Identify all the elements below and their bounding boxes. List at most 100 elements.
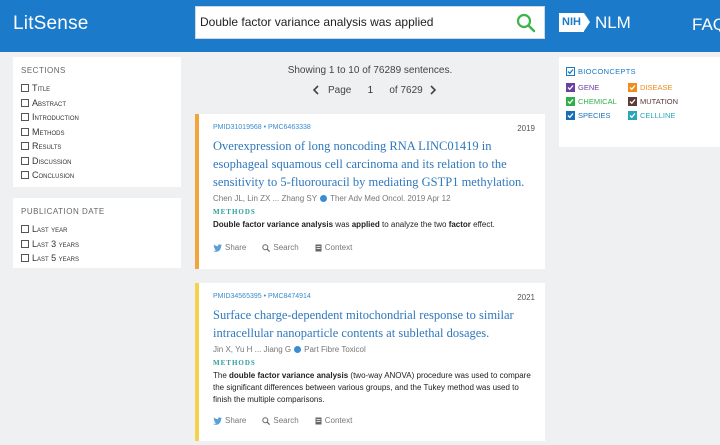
section-filter-label: Title [32, 83, 51, 94]
context-label: Context [324, 243, 353, 252]
checkbox-icon [21, 113, 29, 122]
checkbox-icon [21, 156, 29, 165]
highlight-term: Double factor variance analysis [213, 220, 334, 229]
bioconcept-chemical[interactable]: CHEMICAL [566, 97, 628, 106]
context-button[interactable]: Context [315, 416, 353, 425]
bioconcept-label: CHEMICAL [578, 97, 617, 106]
bioconcepts-toggle[interactable]: BIOCONCEPTS [566, 67, 713, 76]
bioconcept-label: MUTATION [640, 97, 679, 106]
checkbox-icon [21, 254, 29, 263]
checkbox-checked-icon [628, 83, 637, 92]
result-journal: Ther Adv Med Oncol. 2019 Apr 12 [330, 194, 451, 203]
checkbox-icon [21, 239, 29, 248]
section-filter-introduction[interactable]: Introduction [21, 110, 173, 125]
section-filter-label: Results [32, 141, 62, 152]
section-filter-title[interactable]: Title [21, 81, 173, 96]
result-title[interactable]: Surface charge-dependent mitochondrial r… [213, 306, 535, 342]
checkbox-checked-icon [566, 67, 575, 76]
result-authors: Jin X, Yu H ... Jiang G [213, 345, 292, 354]
result-ids[interactable]: PMID31019568 • PMC6463338 [213, 124, 311, 133]
nih-nlm-logo[interactable]: NIH NLM [559, 13, 631, 32]
section-filter-label: Conclusion [32, 170, 75, 181]
result-authors: Chen JL, Lin ZX ... Zhang SY [213, 194, 318, 203]
search-box [195, 6, 545, 39]
bioconcept-disease[interactable]: DISEASE [628, 83, 708, 92]
page-number-input[interactable] [359, 84, 382, 96]
date-filter-label: Last year [32, 224, 68, 235]
search-input[interactable] [200, 11, 510, 33]
publication-date-filter-title: PUBLICATION DATE [21, 207, 105, 216]
section-filter-conclusion[interactable]: Conclusion [21, 168, 173, 183]
result-authors-line: Chen JL, Lin ZX ... Zhang SY Ther Adv Me… [213, 194, 535, 203]
bioconcept-mutation[interactable]: MUTATION [628, 97, 708, 106]
section-filter-results[interactable]: Results [21, 139, 173, 154]
document-icon [315, 244, 322, 251]
bioconcepts-title: BIOCONCEPTS [578, 67, 636, 76]
date-filter-last-year[interactable]: Last year [21, 222, 173, 237]
bioconcept-label: DISEASE [640, 83, 673, 92]
result-meta: PMID34565395 • PMC8474914 2021 [213, 293, 535, 302]
share-button[interactable]: Share [213, 416, 246, 425]
section-filter-label: Abstract [32, 97, 67, 108]
search-action-button[interactable]: Search [262, 416, 299, 425]
result-section-label: METHODS [213, 208, 256, 216]
date-filter-last-3-years[interactable]: Last 3 years [21, 237, 173, 252]
publication-date-filter-panel: PUBLICATION DATE Last year Last 3 years La… [13, 198, 181, 268]
checkbox-icon [21, 84, 29, 93]
checkbox-checked-icon [566, 83, 575, 92]
bioconcept-cellline[interactable]: CELLLINE [628, 111, 708, 120]
sections-filter-panel: SECTIONS Title Abstract Introduction Method… [13, 57, 181, 187]
search-icon[interactable] [516, 13, 536, 33]
litsense-logo[interactable]: LitSense [13, 13, 89, 35]
checkbox-checked-icon [628, 111, 637, 120]
result-actions: Share Search Context [213, 243, 352, 252]
result-snippet: Double factor variance analysis was appl… [213, 219, 535, 231]
magnifier-icon [262, 243, 271, 252]
faq-link[interactable]: FAQ [692, 15, 720, 35]
bioconcept-label: GENE [578, 83, 600, 92]
chevron-left-icon [312, 85, 319, 95]
magnifier-icon [262, 416, 271, 425]
checkbox-checked-icon [566, 111, 575, 120]
checkbox-icon [21, 98, 29, 107]
prev-page-button[interactable] [310, 84, 322, 96]
bioconcept-label: CELLLINE [640, 111, 676, 120]
highlight-term: double factor variance analysis [229, 371, 349, 380]
result-title[interactable]: Overexpression of long noncoding RNA LIN… [213, 137, 535, 191]
search-action-button[interactable]: Search [262, 243, 299, 252]
journal-dot-icon [320, 195, 328, 202]
result-journal: Part Fibre Toxicol [304, 345, 366, 354]
result-section-label: METHODS [213, 359, 256, 367]
share-label: Share [225, 416, 247, 425]
date-filter-last-5-years[interactable]: Last 5 years [21, 251, 173, 266]
share-label: Share [225, 243, 247, 252]
context-button[interactable]: Context [315, 243, 353, 252]
bioconcepts-panel: BIOCONCEPTS GENE DISEASE CHEMICAL MUTATION S… [559, 57, 720, 147]
context-label: Context [324, 416, 353, 425]
result-ids[interactable]: PMID34565395 • PMC8474914 [213, 293, 311, 302]
result-year: 2019 [517, 124, 535, 133]
bioconcept-species[interactable]: SPECIES [566, 111, 628, 120]
share-button[interactable]: Share [213, 243, 246, 252]
result-authors-line: Jin X, Yu H ... Jiang G Part Fibre Toxic… [213, 345, 535, 354]
checkbox-checked-icon [628, 97, 637, 106]
section-filter-label: Introduction [32, 112, 79, 123]
journal-dot-icon [294, 346, 302, 353]
result-card: PMID34565395 • PMC8474914 2021 Surface c… [195, 283, 545, 441]
section-filter-methods[interactable]: Methods [21, 125, 173, 140]
bioconcept-label: SPECIES [578, 111, 611, 120]
checkbox-icon [21, 171, 29, 180]
search-label: Search [273, 243, 299, 252]
section-filter-abstract[interactable]: Abstract [21, 96, 173, 111]
checkbox-icon [21, 225, 29, 234]
section-filter-discussion[interactable]: Discussion [21, 154, 173, 169]
next-page-button[interactable] [427, 84, 439, 96]
checkbox-icon [21, 127, 29, 136]
result-actions: Share Search Context [213, 416, 352, 425]
result-snippet: The double factor variance analysis (two… [213, 370, 535, 406]
section-filter-label: Methods [32, 126, 65, 137]
checkbox-icon [21, 142, 29, 151]
search-label: Search [273, 416, 299, 425]
snippet-text: The [213, 371, 230, 380]
bioconcept-gene[interactable]: GENE [566, 83, 628, 92]
